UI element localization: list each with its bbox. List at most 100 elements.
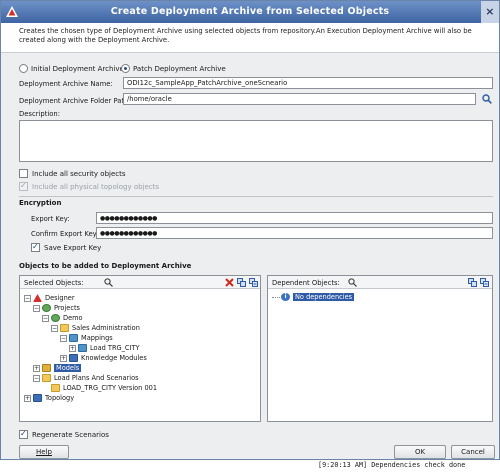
expand-all-icon[interactable]: [468, 278, 477, 287]
save-key-checkbox[interactable]: [31, 242, 40, 252]
tree-item[interactable]: + Load TRG_CITY: [69, 343, 140, 353]
archive-folder-input[interactable]: /home/oracle: [123, 93, 476, 105]
dialog-description: Creates the chosen type of Deployment Ar…: [1, 23, 499, 53]
confirm-key-label: Confirm Export Key:: [31, 230, 99, 238]
tree-item[interactable]: − Mappings: [60, 333, 113, 343]
tree-connector: [272, 296, 280, 298]
archive-name-label: Deployment Archive Name:: [19, 80, 113, 88]
selected-objects-panel: Selected Objects: − Designer − Projects …: [19, 275, 261, 422]
tree-item-label-selected: Models: [54, 364, 82, 372]
tree-item[interactable]: + Topology: [24, 393, 74, 403]
tree-item[interactable]: + Models: [33, 363, 82, 373]
collapse-toggle-icon[interactable]: −: [24, 294, 31, 302]
tree-item-label: Knowledge Modules: [81, 354, 147, 362]
tree-item-label: Projects: [54, 304, 80, 312]
search-icon[interactable]: [104, 278, 113, 287]
help-button[interactable]: Help: [19, 445, 69, 459]
archive-folder-label: Deployment Archive Folder Path:: [19, 97, 131, 105]
window-title: Create Deployment Archive from Selected …: [110, 6, 390, 17]
info-icon: i: [281, 293, 290, 301]
expand-all-icon[interactable]: [237, 278, 246, 287]
include-topology-label: Include all physical topology objects: [32, 182, 160, 191]
search-folder-icon[interactable]: [482, 94, 492, 104]
ok-button[interactable]: OK: [394, 445, 446, 459]
include-security-label: Include all security objects: [32, 169, 126, 178]
odi-logo-icon: [6, 6, 18, 17]
collapse-all-icon[interactable]: [480, 278, 489, 287]
regenerate-scenarios-option[interactable]: Regenerate Scenarios: [19, 429, 109, 439]
tree-item[interactable]: i No dependencies: [272, 292, 355, 302]
search-icon[interactable]: [348, 278, 357, 287]
cancel-button[interactable]: Cancel: [451, 445, 495, 459]
deployment-archive-dialog: Create Deployment Archive from Selected …: [0, 0, 500, 460]
models-icon: [42, 364, 51, 372]
collapse-toggle-icon[interactable]: −: [51, 324, 58, 332]
topology-icon: [33, 394, 42, 402]
help-button-label: Help: [36, 448, 52, 456]
tree-item-label: Mappings: [81, 334, 113, 342]
tree-item-label: Designer: [45, 294, 75, 302]
tree-item-label: Topology: [45, 394, 75, 402]
description-textarea[interactable]: [19, 120, 493, 162]
title-bar[interactable]: Create Deployment Archive from Selected …: [1, 1, 499, 23]
regenerate-scenarios-checkbox[interactable]: [19, 429, 28, 439]
tree-item[interactable]: − Designer: [24, 293, 75, 303]
radio-patch-archive[interactable]: Patch Deployment Archive: [121, 64, 226, 73]
tree-item[interactable]: − Load Plans And Scenarios: [33, 373, 139, 383]
tree-item[interactable]: + Knowledge Modules: [60, 353, 147, 363]
encryption-section-title: Encryption: [19, 199, 62, 207]
include-topology-checkbox: [19, 181, 28, 191]
cancel-button-label: Cancel: [461, 448, 485, 456]
ok-button-label: OK: [414, 448, 426, 456]
divider: [19, 196, 493, 197]
include-topology-option: Include all physical topology objects: [19, 181, 160, 191]
collapse-all-icon[interactable]: [249, 278, 258, 287]
archive-name-input[interactable]: ODI12c_SampleApp_PatchArchive_oneScneari…: [123, 77, 493, 89]
project-icon: [51, 314, 60, 322]
objects-section-title: Objects to be added to Deployment Archiv…: [19, 262, 192, 270]
expand-toggle-icon[interactable]: +: [69, 344, 76, 352]
tree-item-label: LOAD_TRG_CITY Version 001: [63, 384, 158, 392]
tree-item[interactable]: − Projects: [33, 303, 80, 313]
description-label: Description:: [19, 110, 61, 118]
expand-toggle-icon[interactable]: +: [60, 354, 67, 362]
export-key-label: Export Key:: [31, 215, 70, 223]
radio-patch-label: Patch Deployment Archive: [133, 64, 226, 73]
radio-initial-label: Initial Deployment Archive: [31, 64, 124, 73]
selected-objects-label: Selected Objects:: [24, 279, 84, 287]
tree-item-label: Demo: [63, 314, 83, 322]
folder-icon: [42, 374, 51, 382]
tree-item[interactable]: − Sales Administration: [51, 323, 140, 333]
designer-icon: [33, 294, 42, 302]
radio-patch-icon[interactable]: [121, 64, 130, 73]
collapse-toggle-icon[interactable]: −: [60, 334, 67, 342]
include-security-option[interactable]: Include all security objects: [19, 169, 126, 178]
tree-item[interactable]: − Demo: [42, 313, 83, 323]
tree-item-label-selected: No dependencies: [293, 293, 355, 301]
scenario-icon: [51, 384, 60, 392]
collapse-toggle-icon[interactable]: −: [42, 314, 49, 322]
dependent-objects-toolbar: Dependent Objects:: [268, 276, 492, 289]
regenerate-scenarios-label: Regenerate Scenarios: [32, 430, 109, 439]
tree-item[interactable]: LOAD_TRG_CITY Version 001: [51, 383, 157, 393]
projects-icon: [42, 304, 51, 312]
collapse-toggle-icon[interactable]: −: [33, 374, 40, 382]
knowledge-modules-icon: [69, 354, 78, 362]
tree-item-label: Load TRG_CITY: [90, 344, 140, 352]
remove-icon[interactable]: [225, 278, 234, 287]
mappings-icon: [69, 334, 78, 342]
collapse-toggle-icon[interactable]: −: [33, 304, 40, 312]
save-key-option[interactable]: Save Export Key: [31, 242, 101, 252]
include-security-checkbox[interactable]: [19, 169, 28, 178]
confirm-key-input[interactable]: ●●●●●●●●●●●●: [96, 227, 493, 239]
folder-icon: [60, 324, 69, 332]
radio-initial-icon[interactable]: [19, 64, 28, 73]
dependent-objects-label: Dependent Objects:: [272, 279, 340, 287]
mapping-icon: [78, 344, 87, 352]
expand-toggle-icon[interactable]: +: [33, 364, 40, 372]
export-key-input[interactable]: ●●●●●●●●●●●●: [96, 212, 493, 224]
expand-toggle-icon[interactable]: +: [24, 394, 31, 402]
close-icon[interactable]: ×: [481, 1, 499, 23]
tree-item-label: Sales Administration: [72, 324, 140, 332]
radio-initial-archive[interactable]: Initial Deployment Archive: [19, 64, 124, 73]
